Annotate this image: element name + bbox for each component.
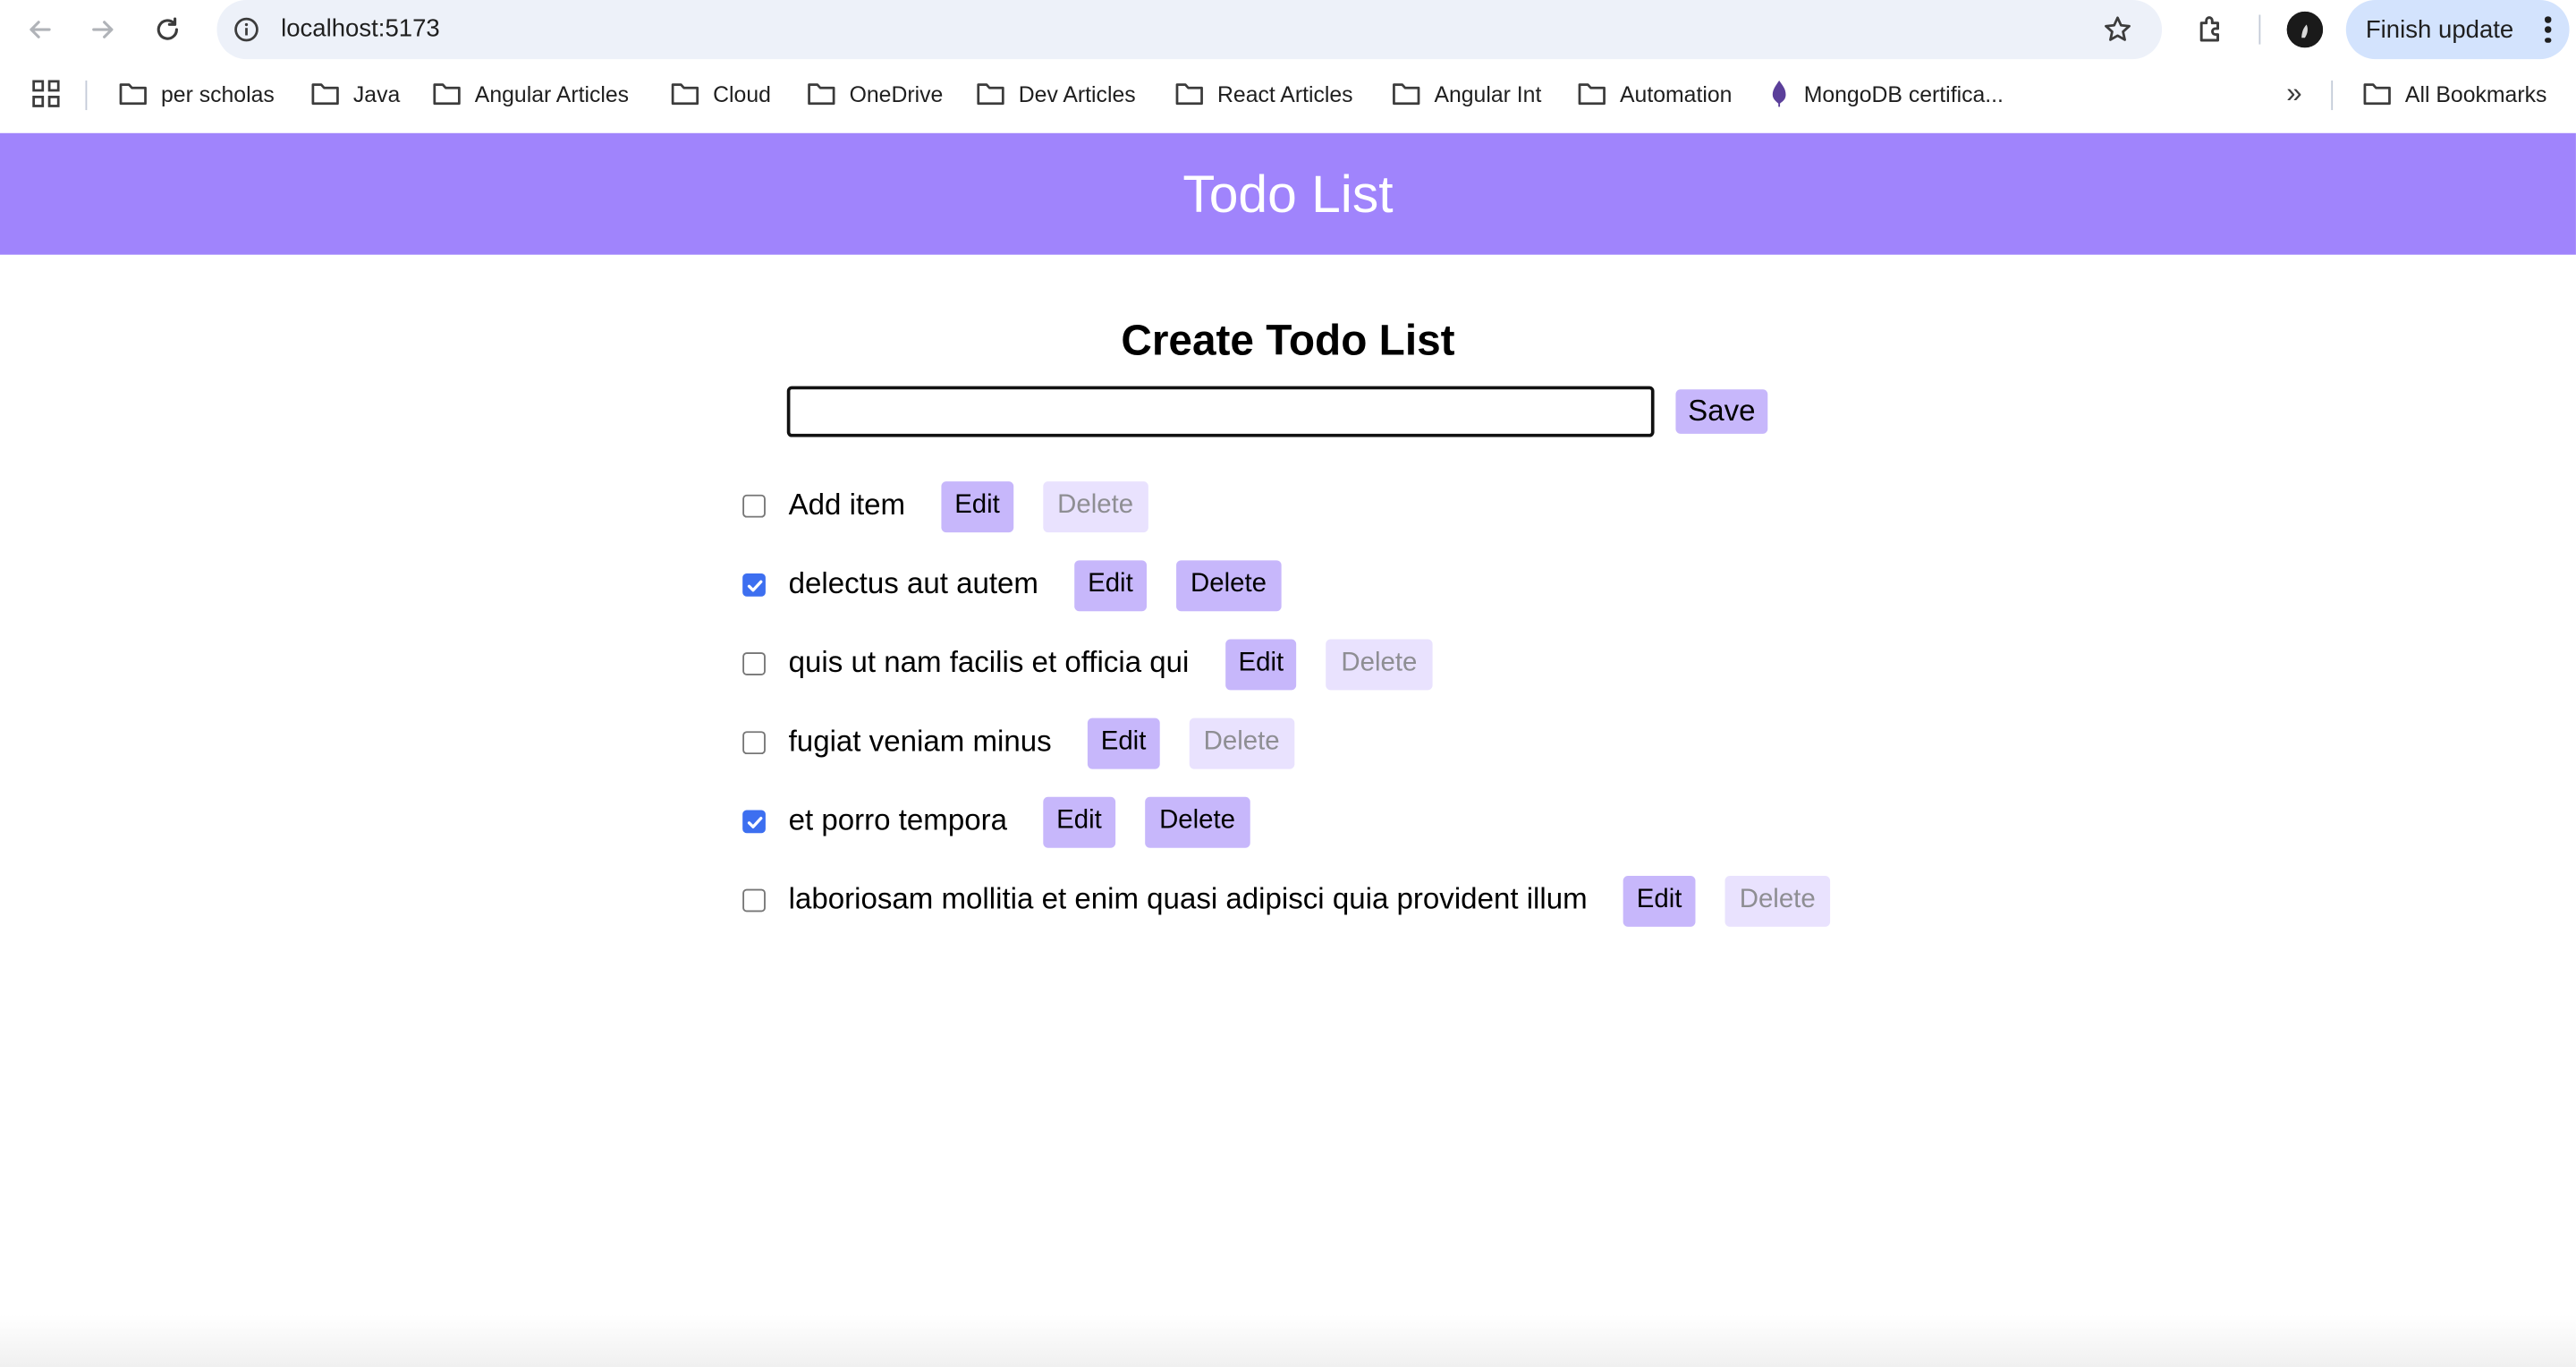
site-info-icon[interactable] (232, 15, 261, 45)
bookmark-label: Angular Int (1434, 81, 1542, 106)
delete-button[interactable]: Delete (1724, 875, 1831, 926)
apps-grid-icon[interactable] (31, 79, 61, 108)
create-todo-heading: Create Todo List (1121, 315, 1455, 365)
bookmarks-bar: per scholas Java Angular Articles Cloud … (0, 65, 2576, 122)
more-menu-icon[interactable] (2543, 16, 2553, 43)
bookmarks-divider (2331, 80, 2334, 111)
back-icon[interactable] (20, 10, 59, 49)
todo-checkbox[interactable] (742, 731, 766, 755)
url-text[interactable]: localhost:5173 (281, 15, 440, 43)
checkmark-icon (746, 816, 762, 828)
folder-icon (671, 83, 699, 106)
edit-button[interactable]: Edit (1623, 875, 1696, 926)
folder-icon (433, 83, 461, 106)
browser-toolbar: localhost:5173 Finish update (0, 0, 2576, 60)
edit-button[interactable]: Edit (1043, 795, 1115, 847)
bookmark-label: Automation (1619, 81, 1733, 106)
todo-item: et porro tempora Edit Delete (742, 782, 1893, 861)
todo-input[interactable] (786, 386, 1655, 437)
edit-button[interactable]: Edit (1074, 559, 1147, 611)
browser-window: localhost:5173 Finish update per scholas… (0, 0, 2576, 1367)
delete-button[interactable]: Delete (1042, 480, 1148, 532)
reload-icon[interactable] (148, 10, 187, 49)
todo-checkbox[interactable] (742, 573, 766, 597)
save-button[interactable]: Save (1675, 389, 1768, 434)
page-title: Todo List (1182, 163, 1394, 223)
all-bookmarks-button[interactable]: All Bookmarks (2362, 75, 2546, 111)
todo-text: Add item (788, 487, 906, 521)
folder-icon (1175, 83, 1203, 106)
bookmark-onedrive[interactable]: OneDrive (807, 75, 944, 111)
edit-button[interactable]: Edit (1088, 717, 1160, 768)
toolbar-divider (2258, 14, 2261, 45)
bookmarks-overflow-icon[interactable]: » (2275, 77, 2309, 108)
all-bookmarks-label: All Bookmarks (2404, 81, 2547, 106)
forward-icon[interactable] (84, 10, 123, 49)
bookmark-angular-articles[interactable]: Angular Articles (432, 75, 629, 111)
delete-button[interactable]: Delete (1326, 638, 1432, 690)
todo-item: fugiat veniam minus Edit Delete (742, 703, 1893, 782)
todo-item: delectus aut autem Edit Delete (742, 546, 1893, 624)
todo-item: Add item Edit Delete (742, 467, 1893, 546)
bookmark-label: MongoDB certifica... (1803, 81, 2004, 106)
todo-checkbox[interactable] (742, 810, 766, 834)
todo-text: delectus aut autem (788, 565, 1038, 599)
folder-icon (808, 83, 835, 106)
profile-avatar[interactable] (2286, 11, 2324, 48)
bookmark-label: OneDrive (849, 81, 944, 106)
bookmark-mongodb[interactable]: MongoDB certifica... (1767, 75, 2004, 111)
app-header: Todo List (0, 132, 2576, 255)
folder-icon (1393, 83, 1420, 106)
delete-button[interactable]: Delete (1144, 795, 1250, 847)
todo-text: et porro tempora (788, 802, 1008, 836)
todo-list: Add item Edit Delete delectus aut autem Edit… (742, 467, 1893, 940)
bookmark-dev-articles[interactable]: Dev Articles (976, 75, 1136, 111)
folder-icon (2363, 83, 2391, 106)
folder-icon (1578, 83, 1606, 106)
bookmarks-divider (85, 80, 88, 111)
bookmark-cloud[interactable]: Cloud (670, 75, 771, 111)
delete-button[interactable]: Delete (1175, 559, 1282, 611)
delete-button[interactable]: Delete (1189, 717, 1295, 768)
bookmark-label: Java (352, 81, 401, 106)
todo-text: laboriosam mollitia et enim quasi adipis… (788, 881, 1588, 915)
todo-item: laboriosam mollitia et enim quasi adipis… (742, 861, 1893, 939)
bookmark-star-icon[interactable] (2099, 12, 2135, 47)
todo-checkbox[interactable] (742, 888, 766, 913)
bookmark-label: per scholas (160, 81, 275, 106)
bookmark-java[interactable]: Java (310, 75, 400, 111)
window-bottom-edge (0, 1314, 2576, 1367)
extensions-icon[interactable] (2191, 10, 2231, 49)
edit-button[interactable]: Edit (1224, 638, 1297, 690)
mongodb-icon (1772, 80, 1786, 107)
finish-update-label: Finish update (2365, 15, 2514, 44)
todo-checkbox[interactable] (742, 494, 766, 518)
finish-update-button[interactable]: Finish update (2345, 0, 2570, 60)
folder-icon (977, 83, 1004, 106)
bookmark-per-scholas[interactable]: per scholas (118, 75, 275, 111)
todo-item: quis ut nam facilis et officia qui Edit De… (742, 624, 1893, 703)
checkmark-icon (746, 579, 762, 591)
folder-icon (119, 83, 147, 106)
bookmark-automation[interactable]: Automation (1577, 75, 1732, 111)
bookmark-label: React Articles (1216, 81, 1353, 106)
todo-text: quis ut nam facilis et officia qui (788, 644, 1190, 678)
edit-button[interactable]: Edit (941, 480, 1013, 532)
todo-checkbox[interactable] (742, 652, 766, 675)
bookmark-label: Cloud (713, 81, 771, 106)
folder-icon (311, 83, 339, 106)
bookmark-label: Angular Articles (474, 81, 630, 106)
address-bar[interactable]: localhost:5173 (216, 0, 2163, 60)
bookmark-react-articles[interactable]: React Articles (1174, 75, 1353, 111)
bookmark-angular-int[interactable]: Angular Int (1392, 75, 1542, 111)
todo-text: fugiat veniam minus (788, 724, 1052, 757)
bookmark-label: Dev Articles (1018, 81, 1136, 106)
